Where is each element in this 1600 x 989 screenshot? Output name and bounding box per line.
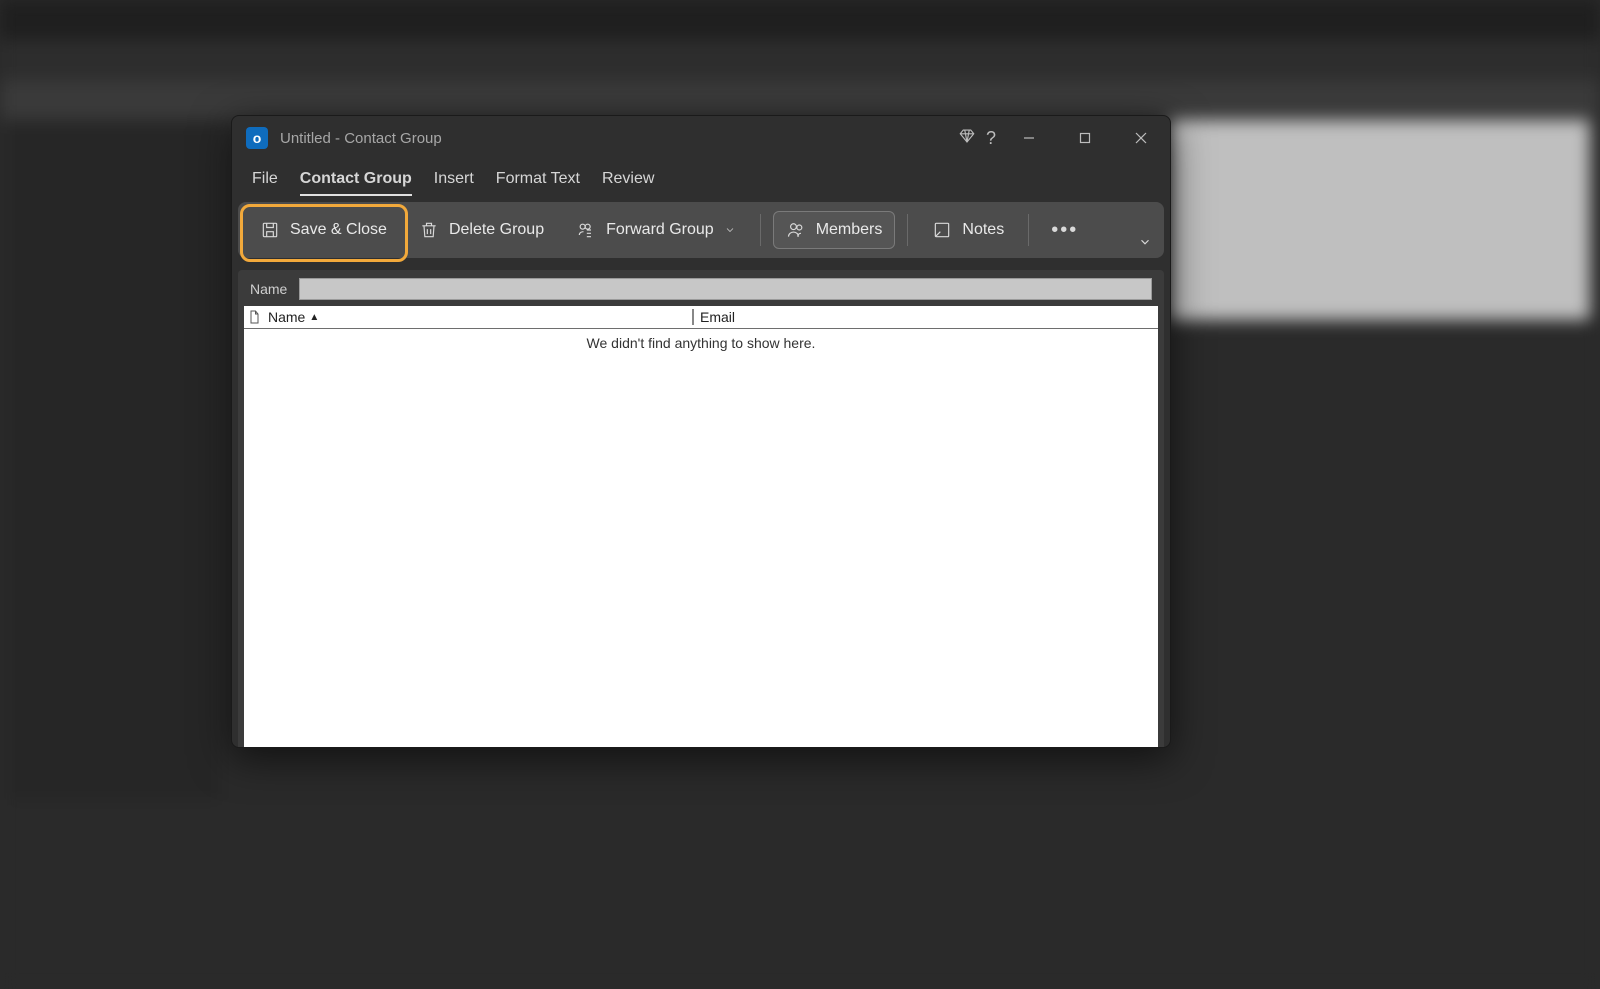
tab-file[interactable]: File — [252, 170, 278, 196]
tab-contact-group[interactable]: Contact Group — [300, 170, 412, 196]
tab-format-text[interactable]: Format Text — [496, 170, 580, 196]
empty-list-message: We didn't find anything to show here. — [244, 329, 1158, 351]
separator — [1028, 214, 1029, 246]
separator — [907, 214, 908, 246]
save-icon — [260, 220, 280, 240]
members-icon — [786, 220, 806, 240]
ribbon-tabs: File Contact Group Insert Format Text Re… — [232, 160, 1170, 196]
name-row: Name — [244, 276, 1158, 306]
maximize-button[interactable] — [1062, 121, 1108, 155]
close-button[interactable] — [1118, 121, 1164, 155]
sort-ascending-icon: ▲ — [309, 312, 319, 323]
column-name-label: Name — [268, 309, 305, 325]
trash-icon — [419, 220, 439, 240]
forward-group-label: Forward Group — [606, 221, 714, 239]
forward-icon — [576, 220, 596, 240]
name-label: Name — [250, 281, 287, 297]
premium-icon[interactable] — [958, 127, 976, 149]
delete-group-label: Delete Group — [449, 221, 544, 239]
save-close-button[interactable]: Save & Close — [248, 212, 399, 248]
chevron-down-icon — [724, 224, 736, 236]
column-email[interactable]: Email — [693, 309, 1158, 325]
save-close-label: Save & Close — [290, 221, 387, 239]
members-button[interactable]: Members — [773, 211, 896, 249]
notes-icon — [932, 220, 952, 240]
help-icon[interactable]: ? — [986, 128, 996, 149]
group-name-input[interactable] — [299, 278, 1152, 300]
ribbon-toolbar: Save & Close Delete Group Forward Group … — [238, 202, 1164, 258]
forward-group-button[interactable]: Forward Group — [564, 212, 748, 248]
minimize-button[interactable] — [1006, 121, 1052, 155]
members-label: Members — [816, 221, 883, 239]
tab-insert[interactable]: Insert — [434, 170, 474, 196]
notes-button[interactable]: Notes — [920, 212, 1016, 248]
titlebar: o Untitled - Contact Group ? — [232, 116, 1170, 160]
ribbon-expand-button[interactable] — [1138, 235, 1152, 254]
list-header: Name ▲ Email — [244, 306, 1158, 329]
tab-review[interactable]: Review — [602, 170, 654, 196]
column-email-label: Email — [700, 309, 735, 325]
dialog-body: Name Name ▲ Email We didn't find anythin… — [238, 270, 1164, 748]
contact-group-dialog: o Untitled - Contact Group ? File Contac… — [231, 115, 1171, 748]
more-options-button[interactable]: ••• — [1041, 219, 1088, 242]
outlook-icon: o — [246, 127, 268, 149]
document-icon — [244, 310, 264, 324]
column-name[interactable]: Name ▲ — [264, 309, 693, 325]
window-title: Untitled - Contact Group — [280, 130, 442, 147]
notes-label: Notes — [962, 221, 1004, 239]
delete-group-button[interactable]: Delete Group — [407, 212, 556, 248]
separator — [760, 214, 761, 246]
members-list: Name ▲ Email We didn't find anything to … — [244, 306, 1158, 747]
